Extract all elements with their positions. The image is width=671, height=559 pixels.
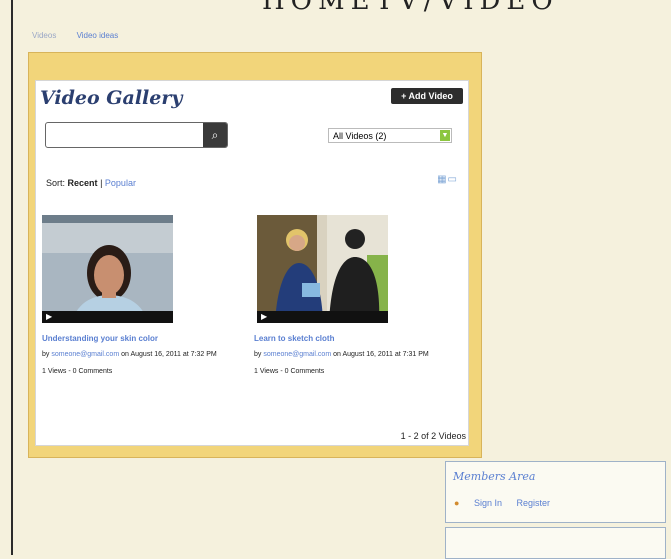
- register-link[interactable]: Register: [517, 498, 551, 508]
- video-thumbnail[interactable]: ▶: [42, 215, 173, 323]
- gallery-title: Video Gallery: [40, 87, 183, 109]
- search-icon: ⌕: [211, 128, 219, 142]
- play-icon[interactable]: ▶: [46, 312, 52, 321]
- search-input[interactable]: [52, 124, 206, 148]
- video-stats: 1 Views - 0 Comments: [42, 368, 113, 375]
- video-meta: by someone@gmail.com on August 16, 2011 …: [42, 351, 217, 358]
- sort-recent[interactable]: Recent: [68, 178, 98, 188]
- chevron-down-icon: ▼: [440, 130, 450, 141]
- video-thumbnail[interactable]: ▶: [257, 215, 388, 323]
- members-area-widget: Members Area ● Sign In Register: [445, 461, 666, 523]
- video-item[interactable]: ▶: [257, 215, 390, 325]
- play-icon[interactable]: ▶: [261, 312, 267, 321]
- video-filter-value: All Videos (2): [333, 131, 387, 141]
- video-title[interactable]: Understanding your skin color: [42, 334, 158, 343]
- list-view-icon[interactable]: ▭: [448, 174, 458, 185]
- video-title[interactable]: Learn to sketch cloth: [254, 334, 334, 343]
- video-meta: by someone@gmail.com on August 16, 2011 …: [254, 351, 429, 358]
- video-author-link[interactable]: someone@gmail.com: [51, 351, 119, 358]
- breadcrumb: Videos Video ideas: [32, 31, 136, 40]
- video-date: on August 16, 2011 at 7:31 PM: [333, 351, 429, 358]
- site-title: HOMETV/VIDEO: [262, 0, 559, 16]
- sign-in-link[interactable]: Sign In: [474, 498, 502, 508]
- video-stats: 1 Views - 0 Comments: [254, 368, 325, 375]
- video-date: on August 16, 2011 at 7:32 PM: [121, 351, 217, 358]
- sidebar-widget: [445, 527, 666, 559]
- video-controls: ▶: [257, 311, 388, 323]
- search-box: ⌕: [45, 122, 228, 148]
- video-gallery-panel: Video Gallery + Add Video ⌕ All Videos (…: [35, 80, 469, 446]
- video-item[interactable]: ▶: [42, 215, 175, 325]
- sort-bar: Sort: Recent | Popular: [46, 178, 136, 188]
- sort-popular[interactable]: Popular: [105, 178, 136, 188]
- video-thumbnail-image: [42, 215, 173, 323]
- sort-divider: |: [100, 178, 103, 188]
- add-video-button[interactable]: + Add Video: [391, 88, 463, 104]
- members-area-title: Members Area: [453, 470, 536, 483]
- video-controls: ▶: [42, 311, 173, 323]
- left-border-line: [11, 0, 13, 555]
- video-author-link[interactable]: someone@gmail.com: [263, 351, 331, 358]
- top-bar: HOMETV/VIDEO: [0, 0, 671, 16]
- grid-view-icon[interactable]: ▦: [437, 174, 447, 185]
- sort-label: Sort:: [46, 178, 66, 188]
- search-button[interactable]: ⌕: [203, 123, 227, 147]
- view-toggle: ▦▭: [437, 174, 458, 185]
- video-by-label: by: [254, 351, 262, 358]
- video-by-label: by: [42, 351, 50, 358]
- pagination-count: 1 - 2 of 2 Videos: [400, 431, 466, 441]
- breadcrumb-item-video-ideas[interactable]: Video ideas: [77, 31, 119, 40]
- members-links: ● Sign In Register: [454, 498, 562, 508]
- video-filter-select[interactable]: All Videos (2) ▼: [328, 128, 452, 143]
- breadcrumb-item-videos[interactable]: Videos: [32, 31, 56, 40]
- video-thumbnail-image: [257, 215, 388, 323]
- user-icon: ●: [454, 498, 460, 508]
